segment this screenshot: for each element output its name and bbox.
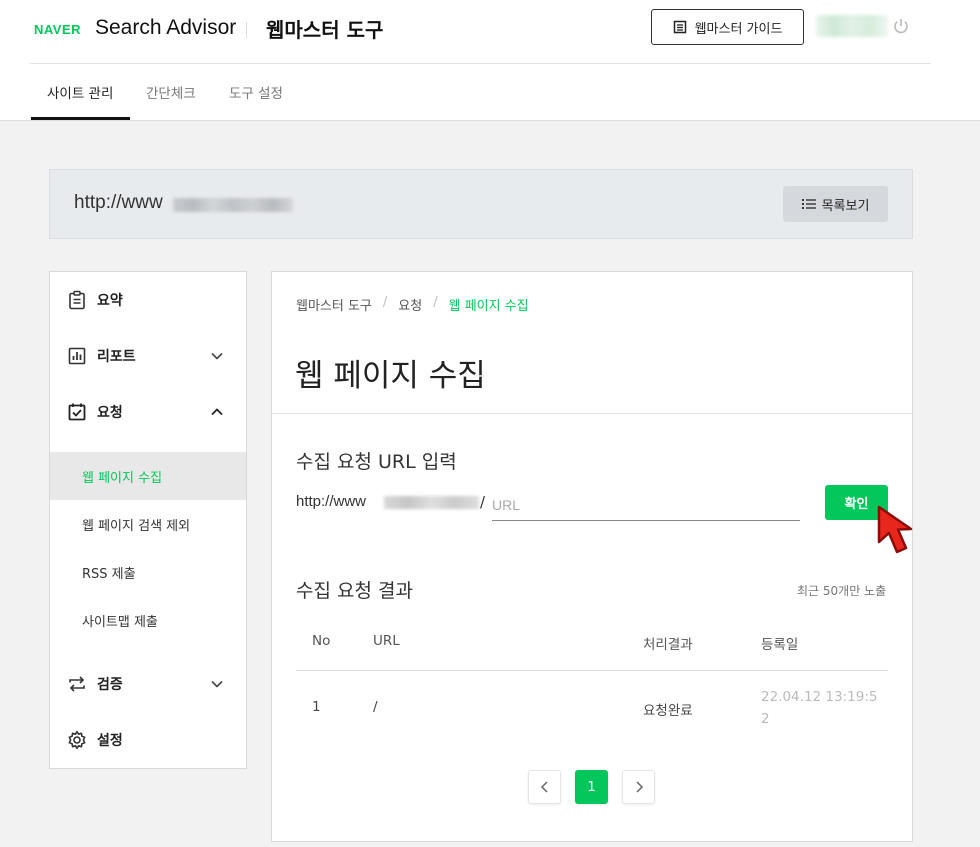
document-icon: [673, 20, 686, 34]
row-no: 1: [312, 699, 321, 715]
list-view-label: 목록보기: [821, 198, 870, 214]
guide-button-label: 웹마스터 가이드: [694, 21, 783, 37]
pagination-page-button[interactable]: 1: [575, 770, 608, 804]
chevron-left-icon: [540, 781, 548, 793]
header-divider: [30, 63, 931, 64]
recent-note: 최근 50개만 노출: [797, 584, 887, 598]
sidebar-item-report[interactable]: 리포트: [50, 332, 246, 380]
main-panel: 웹마스터 도구 / 요청 / 웹 페이지 수집 웹 페이지 수집 수집 요청 U…: [271, 271, 913, 842]
sidebar: 요약 리포트 요청 웹 페이지 수집 웹 페이지 검색 제외 RSS 제출 사이…: [49, 271, 247, 769]
pagination-prev-button[interactable]: [528, 770, 561, 804]
sidebar-item-summary[interactable]: 요약: [50, 276, 246, 324]
brand-title[interactable]: Search Advisor: [95, 16, 236, 40]
sidebar-item-label: 설정: [97, 733, 123, 749]
sidebar-sub-rss-submit[interactable]: RSS 제출: [50, 548, 246, 596]
chevron-down-icon[interactable]: [210, 677, 224, 691]
url-prefix: http://www: [296, 493, 367, 510]
active-tab-indicator: [31, 117, 130, 120]
sidebar-item-label: 요청: [97, 405, 123, 421]
row-status: 요청완료: [643, 703, 693, 719]
tab-quick-check[interactable]: 간단체크: [146, 82, 196, 102]
column-header-no: No: [312, 633, 331, 649]
sync-arrows-icon: [69, 676, 85, 692]
list-icon: [801, 199, 816, 209]
site-url-blurred: [173, 198, 293, 212]
page-title: 웹 페이지 수집: [295, 358, 486, 394]
row-date: 22.04.12 13:19:52: [761, 689, 878, 727]
naver-logo[interactable]: NAVER: [34, 22, 81, 37]
clipboard-icon: [69, 290, 85, 310]
breadcrumb-item-request[interactable]: 요청: [398, 295, 422, 314]
sidebar-item-settings[interactable]: 설정: [50, 716, 246, 764]
sidebar-sub-web-page-exclude[interactable]: 웹 페이지 검색 제외: [50, 500, 246, 548]
breadcrumb: 웹마스터 도구 / 요청 / 웹 페이지 수집: [296, 295, 529, 314]
url-prefix-slash: /: [480, 493, 486, 511]
chevron-up-icon[interactable]: [210, 405, 224, 419]
breadcrumb-separator: /: [382, 295, 388, 310]
breadcrumb-separator: /: [433, 295, 438, 310]
sidebar-item-label: 리포트: [97, 349, 136, 365]
site-bar: http://www 목록보기: [49, 169, 913, 239]
url-input[interactable]: [492, 489, 800, 521]
checked-calendar-icon: [68, 403, 86, 421]
sidebar-item-request[interactable]: 요청: [50, 388, 246, 436]
site-url: http://www: [74, 192, 163, 213]
mouse-cursor-icon: [877, 505, 913, 554]
gear-icon: [68, 730, 86, 750]
chevron-right-icon: [635, 781, 643, 793]
list-view-button[interactable]: 목록보기: [783, 186, 888, 222]
breadcrumb-current: 웹 페이지 수집: [448, 299, 529, 314]
sidebar-item-label: 검증: [97, 677, 123, 693]
breadcrumb-item-webmaster-tools[interactable]: 웹마스터 도구: [296, 295, 372, 314]
results-section-title: 수집 요청 결과: [296, 580, 413, 602]
tab-tool-settings[interactable]: 도구 설정: [229, 82, 283, 102]
webmaster-guide-button[interactable]: 웹마스터 가이드: [651, 9, 804, 45]
brand-subtitle: 웹마스터 도구: [266, 18, 384, 42]
sidebar-item-label: 요약: [97, 293, 123, 309]
user-account-blurred[interactable]: [816, 15, 888, 37]
top-header: NAVER Search Advisor 웹마스터 도구 웹마스터 가이드 사이…: [0, 0, 980, 121]
table-header-divider: [296, 670, 888, 671]
column-header-url: URL: [373, 633, 400, 649]
sidebar-item-verify[interactable]: 검증: [50, 660, 246, 708]
row-url: /: [373, 699, 378, 715]
bar-chart-icon: [68, 347, 86, 365]
chevron-down-icon[interactable]: [210, 349, 224, 363]
column-header-date: 등록일: [761, 637, 799, 653]
url-prefix-blurred: [384, 496, 479, 509]
sidebar-sub-sitemap-submit[interactable]: 사이트맵 제출: [50, 596, 246, 644]
request-url-section-title: 수집 요청 URL 입력: [296, 451, 457, 473]
title-divider: [272, 413, 912, 414]
sidebar-sub-web-page-collect[interactable]: 웹 페이지 수집: [50, 452, 246, 500]
brand-divider: [246, 22, 247, 38]
tab-site-management[interactable]: 사이트 관리: [47, 82, 113, 102]
power-icon[interactable]: [892, 17, 910, 35]
pagination-next-button[interactable]: [622, 770, 655, 804]
column-header-status: 처리결과: [643, 637, 693, 653]
